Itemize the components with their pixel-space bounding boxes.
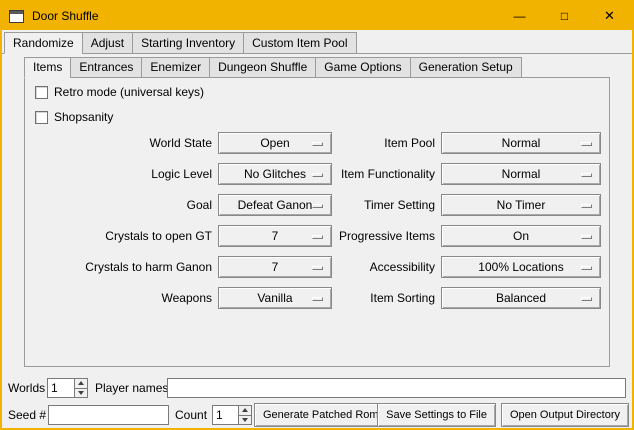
world-state-label: World State (45, 132, 212, 154)
tab-generation-setup[interactable]: Generation Setup (410, 57, 522, 78)
progressive-items-label: Progressive Items (268, 225, 435, 247)
progressive-items-dropdown[interactable]: On (441, 225, 601, 247)
tab-custom-item-pool[interactable]: Custom Item Pool (243, 32, 356, 54)
item-functionality-value: Normal (502, 167, 541, 181)
item-pool-dropdown[interactable]: Normal (441, 132, 601, 154)
timer-setting-dropdown[interactable]: No Timer (441, 194, 601, 216)
dropdown-indicator-icon (581, 204, 592, 208)
worlds-input[interactable] (48, 379, 74, 397)
arrow-up-icon (78, 381, 84, 385)
arrow-down-icon (242, 418, 248, 422)
count-spin-up-button[interactable] (238, 406, 251, 415)
item-functionality-label: Item Functionality (268, 163, 435, 185)
app-window: Door Shuffle — □ ✕ Randomize Adjust Star… (0, 0, 634, 430)
accessibility-value: 100% Locations (478, 260, 563, 274)
arrow-up-icon (242, 408, 248, 412)
count-input[interactable] (213, 406, 238, 424)
count-spinbox[interactable] (212, 405, 252, 425)
timer-setting-label: Timer Setting (268, 194, 435, 216)
tab-entrances[interactable]: Entrances (70, 57, 142, 78)
progressive-items-value: On (513, 229, 529, 243)
accessibility-dropdown[interactable]: 100% Locations (441, 256, 601, 278)
dropdown-indicator-icon (581, 297, 592, 301)
player-names-input[interactable] (167, 378, 626, 398)
window-title: Door Shuffle (32, 9, 99, 23)
item-pool-label: Item Pool (268, 132, 435, 154)
item-sorting-dropdown[interactable]: Balanced (441, 287, 601, 309)
minimize-button[interactable]: — (497, 2, 542, 30)
inner-notebook: Items Entrances Enemizer Dungeon Shuffle… (24, 57, 610, 367)
shopsanity-label[interactable]: Shopsanity (54, 111, 113, 124)
count-label: Count (175, 405, 207, 425)
seed-input[interactable] (48, 405, 169, 425)
shopsanity-checkbox[interactable] (35, 111, 48, 124)
items-tab-panel: Retro mode (universal keys) Shopsanity W… (24, 77, 610, 367)
dropdown-indicator-icon (581, 173, 592, 177)
maximize-button[interactable]: □ (542, 2, 587, 30)
titlebar[interactable]: Door Shuffle — □ ✕ (2, 2, 632, 30)
goal-label: Goal (45, 194, 212, 216)
tab-dungeon-shuffle[interactable]: Dungeon Shuffle (209, 57, 316, 78)
worlds-label: Worlds (8, 378, 45, 398)
window-controls: — □ ✕ (497, 2, 632, 30)
crystals-open-gt-label: Crystals to open GT (45, 225, 212, 247)
item-sorting-label: Item Sorting (268, 287, 435, 309)
retro-mode-label[interactable]: Retro mode (universal keys) (54, 86, 204, 99)
seed-label: Seed # (8, 405, 46, 425)
item-sorting-value: Balanced (496, 291, 546, 305)
app-icon (9, 10, 24, 23)
window-body: Randomize Adjust Starting Inventory Cust… (2, 30, 632, 428)
inner-tabbar: Items Entrances Enemizer Dungeon Shuffle… (24, 57, 610, 78)
worlds-spin-buttons (74, 379, 87, 397)
count-spin-down-button[interactable] (238, 415, 251, 425)
accessibility-label: Accessibility (268, 256, 435, 278)
tab-randomize[interactable]: Randomize (4, 32, 83, 54)
worlds-spinbox[interactable] (47, 378, 88, 398)
tab-starting-inventory[interactable]: Starting Inventory (132, 32, 244, 54)
shopsanity-row[interactable]: Shopsanity (35, 109, 113, 125)
dropdown-indicator-icon (581, 266, 592, 270)
save-settings-button[interactable]: Save Settings to File (377, 403, 496, 427)
timer-setting-value: No Timer (497, 198, 546, 212)
dropdown-indicator-icon (581, 142, 592, 146)
crystals-harm-ganon-label: Crystals to harm Ganon (45, 256, 212, 278)
worlds-spin-down-button[interactable] (74, 388, 87, 398)
open-output-directory-button[interactable]: Open Output Directory (501, 403, 629, 427)
dropdown-indicator-icon (581, 235, 592, 239)
generate-patched-rom-button[interactable]: Generate Patched Rom (254, 403, 388, 427)
item-pool-value: Normal (502, 136, 541, 150)
tab-items[interactable]: Items (24, 57, 71, 78)
count-spin-buttons (238, 406, 251, 424)
worlds-spin-up-button[interactable] (74, 379, 87, 388)
tab-game-options[interactable]: Game Options (315, 57, 410, 78)
player-names-label: Player names (95, 378, 168, 398)
tab-enemizer[interactable]: Enemizer (141, 57, 210, 78)
close-button[interactable]: ✕ (587, 2, 632, 30)
retro-mode-checkbox[interactable] (35, 86, 48, 99)
item-functionality-dropdown[interactable]: Normal (441, 163, 601, 185)
logic-level-label: Logic Level (45, 163, 212, 185)
outer-tabbar: Randomize Adjust Starting Inventory Cust… (4, 32, 357, 54)
weapons-label: Weapons (45, 287, 212, 309)
arrow-down-icon (78, 391, 84, 395)
retro-mode-row[interactable]: Retro mode (universal keys) (35, 84, 204, 100)
tab-adjust[interactable]: Adjust (82, 32, 133, 54)
